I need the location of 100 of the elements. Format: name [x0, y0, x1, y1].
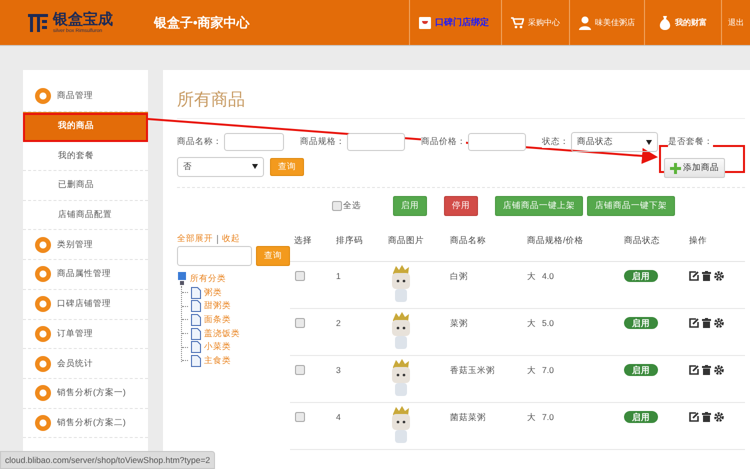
round-icon	[35, 88, 51, 104]
document-icon	[191, 286, 201, 299]
column-header: 商品规格/价格	[526, 233, 623, 262]
input-field[interactable]	[468, 133, 526, 151]
table-cell: 大	[527, 271, 536, 281]
table-cell: 3	[336, 365, 341, 375]
page-title: 所有商品	[177, 88, 745, 119]
sidebar-item[interactable]: 销售分析(方案二)	[23, 408, 148, 438]
nav-link[interactable]: 退出	[721, 0, 750, 45]
table-cell: 大	[527, 318, 536, 328]
search-field[interactable]	[177, 246, 252, 266]
action-button[interactable]: 启用	[393, 196, 427, 216]
sidebar-item[interactable]: 口碑店铺管理	[23, 290, 148, 320]
document-icon	[191, 354, 201, 367]
caret-icon	[646, 140, 652, 144]
search-button[interactable]: 查询	[256, 246, 290, 266]
edit-icon[interactable]	[689, 412, 699, 422]
checkbox[interactable]	[295, 318, 305, 328]
input-field[interactable]	[347, 133, 405, 151]
field-label: 商品价格：	[421, 136, 466, 148]
column-header: 排序码	[335, 233, 387, 262]
sidebar-item[interactable]: 类别管理	[23, 230, 148, 260]
caret-icon	[252, 164, 258, 169]
nav-link[interactable]: 口碑门店绑定	[409, 0, 501, 45]
round-icon	[35, 356, 51, 372]
action-button[interactable]: 店铺商品一键上架	[495, 196, 583, 216]
table-cell: 1	[336, 271, 341, 281]
trash-icon[interactable]	[702, 412, 711, 422]
trash-icon[interactable]	[702, 271, 711, 281]
tree-item[interactable]: 甜粥类	[204, 300, 231, 312]
table-cell: 大	[527, 412, 536, 422]
sidebar-item[interactable]: 我的套餐	[23, 141, 148, 172]
expand-all-link[interactable]: 全部展开	[177, 233, 213, 245]
table-cell: 7.0	[542, 412, 554, 422]
document-icon	[191, 314, 201, 326]
action-button[interactable]: 店铺商品一键下架	[587, 196, 675, 216]
column-header: 商品图片	[387, 233, 449, 262]
table-cell: 大	[527, 365, 536, 375]
column-header: 操作	[688, 233, 745, 262]
round-icon	[35, 266, 51, 282]
tree-item[interactable]: 粥类	[204, 286, 222, 299]
input-field[interactable]	[224, 133, 284, 151]
status-badge: 启用	[624, 411, 658, 423]
tree-item[interactable]: 主食类	[204, 354, 231, 367]
status-badge: 启用	[624, 270, 658, 282]
table-cell: 4	[336, 412, 341, 422]
trash-icon[interactable]	[702, 365, 711, 375]
user-icon	[579, 16, 591, 30]
document-icon	[191, 300, 201, 312]
edit-icon[interactable]	[689, 318, 699, 328]
checkbox[interactable]	[295, 412, 305, 422]
round-icon	[35, 414, 51, 431]
tree-item[interactable]: 小菜类	[204, 341, 231, 354]
select-field[interactable]: 商品状态	[571, 132, 658, 152]
sidebar-item[interactable]: 已删商品	[23, 171, 148, 201]
edit-icon[interactable]	[689, 271, 699, 281]
settings-icon[interactable]	[714, 365, 724, 375]
table-cell: 4.0	[542, 271, 554, 281]
checkbox[interactable]	[332, 201, 342, 211]
settings-icon[interactable]	[714, 271, 724, 281]
checkbox[interactable]	[295, 271, 305, 281]
collapse-link[interactable]: 收起	[222, 233, 240, 245]
document-icon	[191, 341, 201, 354]
column-header: 商品名称	[449, 233, 526, 262]
select-all-label: 全选	[343, 200, 361, 212]
table-cell: 2	[336, 318, 341, 328]
column-header: 选择	[290, 233, 335, 262]
sidebar-item[interactable]: 会员统计	[23, 349, 148, 379]
status-badge: 启用	[624, 317, 658, 329]
select-field[interactable]: 否	[177, 156, 264, 176]
table-cell: 7.0	[542, 365, 554, 375]
nav-link[interactable]: 味美佳粥店	[569, 0, 644, 45]
site-title: 银盒子•商家中心	[154, 14, 250, 32]
table-cell: 菌菇菜粥	[450, 412, 486, 422]
sidebar-item[interactable]: 商品属性管理	[23, 260, 148, 290]
sidebar-item[interactable]: 店铺商品配置	[23, 200, 148, 230]
nav-link[interactable]: 我的财富	[644, 0, 721, 45]
nav-link[interactable]: 采购中心	[501, 0, 569, 45]
plus-icon	[670, 162, 681, 174]
action-button[interactable]: 停用	[444, 196, 478, 216]
tree-item[interactable]: 面条类	[204, 314, 231, 326]
query-button[interactable]: 查询	[270, 158, 304, 176]
sidebar-item[interactable]: 订单管理	[23, 320, 148, 350]
table-cell: 白粥	[450, 271, 468, 281]
column-header: 商品状态	[623, 233, 688, 262]
computer-icon	[177, 272, 187, 286]
tree-item[interactable]: 盖浇饭类	[204, 328, 240, 340]
edit-icon[interactable]	[689, 365, 699, 375]
settings-icon[interactable]	[714, 412, 724, 422]
smile-icon	[419, 16, 431, 28]
table-cell: 菜粥	[450, 318, 468, 328]
document-icon	[191, 328, 201, 340]
sidebar-item[interactable]: 销售分析(方案一)	[23, 378, 148, 409]
trash-icon[interactable]	[702, 318, 711, 328]
settings-icon[interactable]	[714, 318, 724, 328]
round-icon	[35, 385, 51, 402]
round-icon	[35, 326, 51, 342]
tree-item[interactable]: 所有分类	[190, 272, 226, 285]
add-product-button[interactable]: 添加商品	[664, 158, 725, 178]
checkbox[interactable]	[295, 365, 305, 375]
